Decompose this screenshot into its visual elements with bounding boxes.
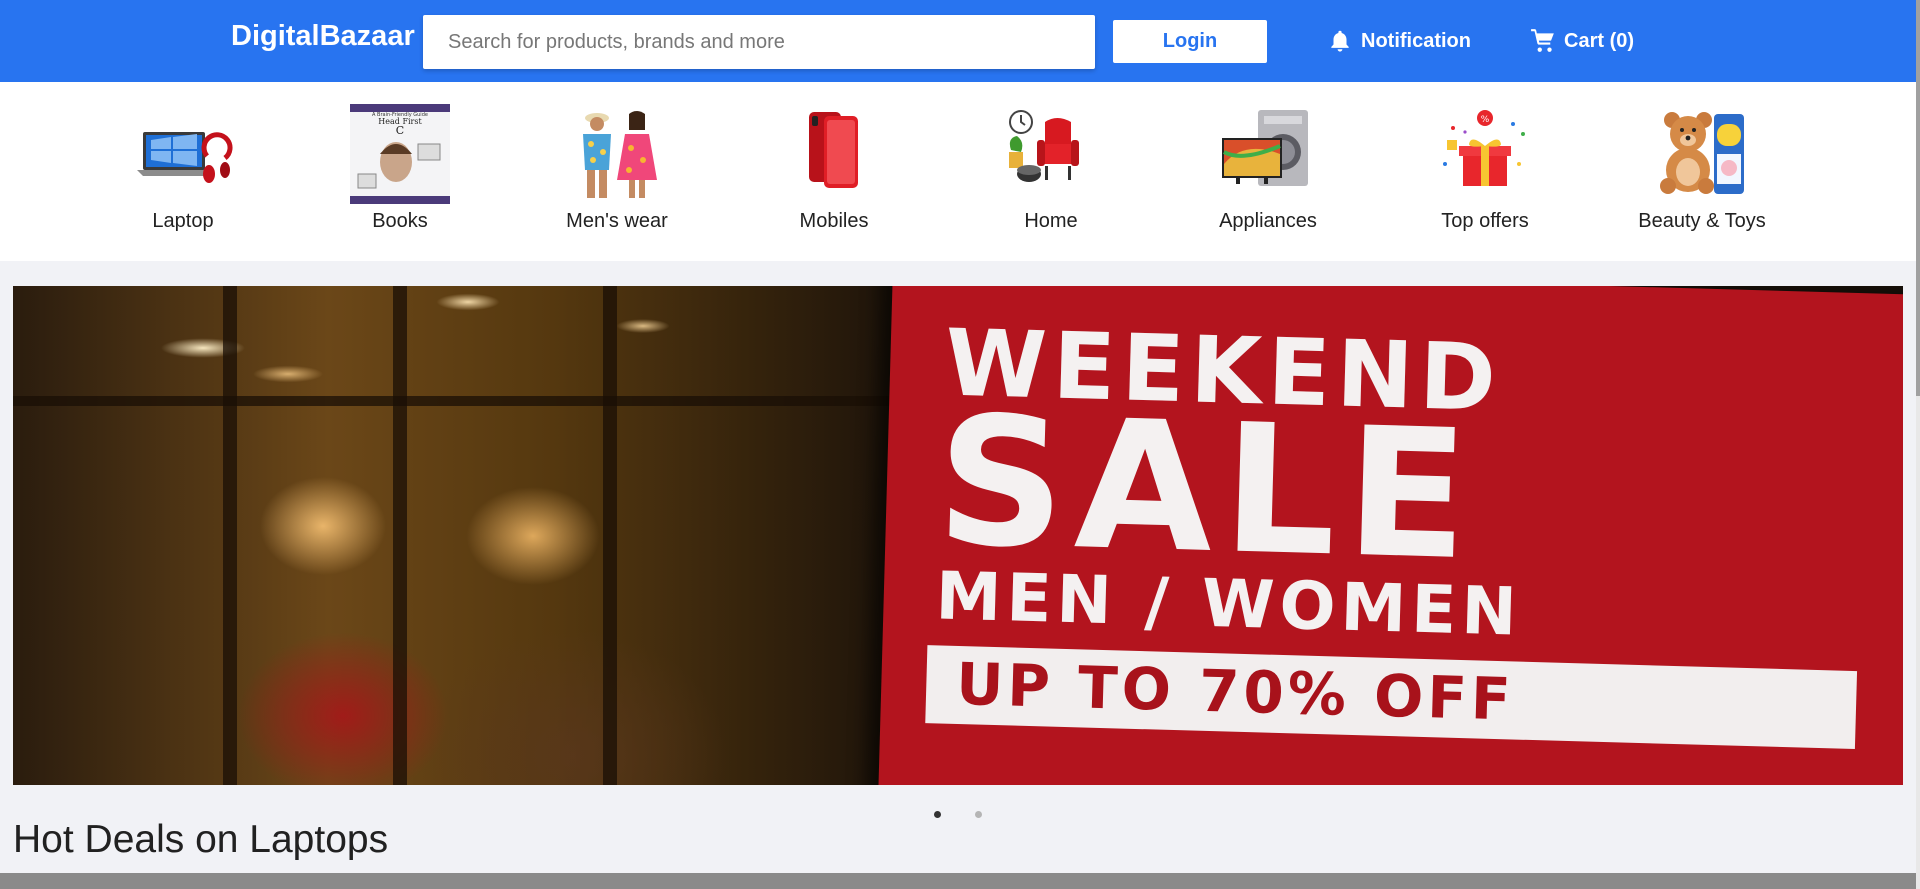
category-label: Mobiles [799,210,869,232]
store-window-photo [13,286,913,785]
gift-icon: % [1443,110,1525,186]
banner-line-sale: SALE [934,377,1481,600]
category-appliances[interactable]: Appliances [1168,82,1368,261]
category-top-offers[interactable]: % Top offers [1385,82,1585,261]
sale-sign: WEEKEND SALE MEN / WOMEN UP TO 70% OFF [877,286,1903,785]
category-label: Men's wear [566,210,668,232]
category-label: Home [1024,210,1078,232]
book-cover-subtitle: C [396,124,404,137]
section-title: Hot Deals on Laptops [13,818,389,861]
login-button[interactable]: Login [1113,20,1267,63]
carousel-dot-2[interactable] [975,811,983,818]
offer-badge-text: % [1481,115,1490,125]
discount-strip: UP TO 70% OFF [925,645,1858,750]
category-label: Top offers [1441,210,1529,232]
banner-line-discount: UP TO 70% OFF [955,649,1516,734]
mobile-icon [809,112,858,188]
category-label: Books [372,210,428,232]
bell-icon [1331,30,1349,52]
category-books[interactable]: A Brain-Friendly Guide Head First C Book… [300,82,500,261]
cart-icon [1531,29,1554,52]
category-mobiles[interactable]: Mobiles [734,82,934,261]
category-beauty-toys[interactable]: Beauty & Toys [1602,82,1802,261]
banner-line-men-women: MEN / WOMEN [934,557,1523,651]
category-mens-wear[interactable]: Men's wear [517,82,717,261]
product-strip [0,873,1916,889]
book-icon: A Brain-Friendly Guide Head First C [350,104,450,204]
hero-banner[interactable]: WEEKEND SALE MEN / WOMEN UP TO 70% OFF [13,286,1903,785]
notification-label: Notification [1361,29,1471,52]
carousel-dot-1[interactable] [933,811,941,818]
laptop-icon [137,132,233,183]
search-box[interactable] [423,15,1095,69]
category-label: Beauty & Toys [1638,210,1766,232]
notification-link[interactable]: Notification [1327,28,1471,54]
home-furniture-icon [1009,110,1079,182]
category-home[interactable]: Home [951,82,1151,261]
category-label: Appliances [1219,210,1317,232]
scrollbar-thumb[interactable] [1916,0,1920,396]
category-strip: Laptop A Brain-Friendly Guide Head First… [0,82,1916,261]
site-logo[interactable]: DigitalBazaar [231,20,415,53]
clothing-icon [583,111,657,198]
teddy-bear-icon [1660,112,1744,194]
cart-link[interactable]: Cart (0) [1530,28,1634,54]
cart-label: Cart (0) [1564,29,1635,52]
category-laptop[interactable]: Laptop [83,82,283,261]
top-navbar: DigitalBazaar Login Notification Cart (0… [0,0,1916,82]
appliance-icon [1222,110,1308,186]
search-input[interactable] [423,15,1095,69]
category-label: Laptop [152,210,214,232]
